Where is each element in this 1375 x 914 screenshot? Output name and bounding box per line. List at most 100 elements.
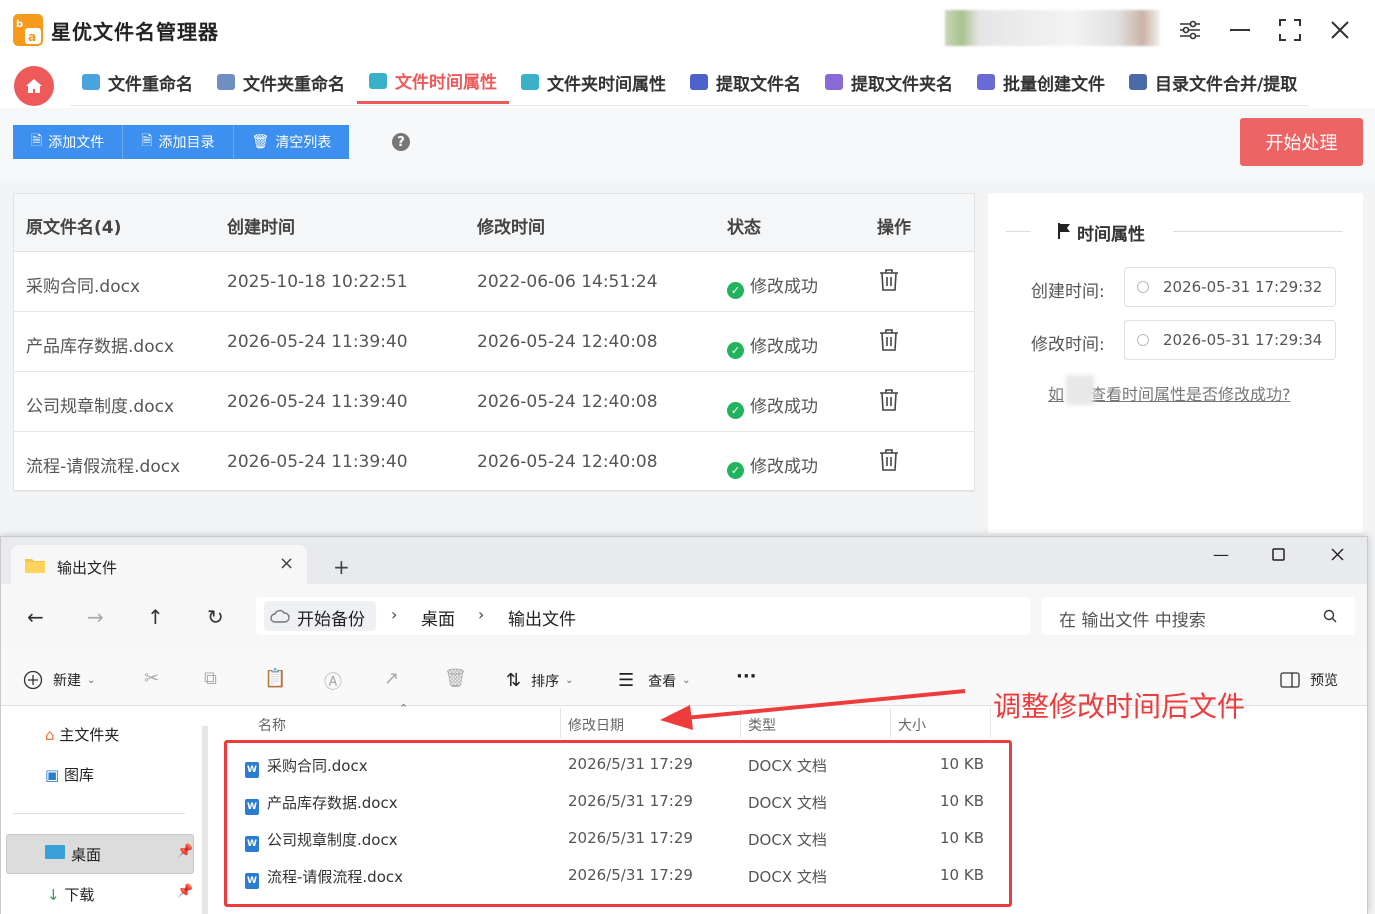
explorer-maximize-button[interactable] [1272,548,1285,561]
explorer-minimize-button[interactable]: — [1213,545,1229,564]
sort-icon: ⇅ [506,670,522,691]
tab-1[interactable]: 文件夹重命名 [205,60,357,104]
breadcrumb-root[interactable]: 开始备份 [264,601,376,631]
cell-filename: 公司规章制度.docx [26,397,175,417]
tab-3[interactable]: 文件夹时间属性 [509,60,678,104]
created-time-label: 创建时间: [1031,282,1105,302]
sort-button[interactable]: ⇅ 排序 ⌄ [506,670,573,691]
new-label: 新建 [53,673,81,689]
start-button[interactable]: 开始处理 [1240,118,1363,166]
nav-gallery-label: 图库 [63,766,94,784]
nav-item-desktop[interactable]: 桌面 📌 [6,834,194,874]
more-button[interactable]: ··· [736,666,757,687]
minimize-button[interactable] [1220,10,1260,50]
home-button[interactable] [14,66,54,106]
tab-6[interactable]: 批量创建文件 [965,60,1117,104]
preview-button[interactable]: 预览 [1280,670,1338,690]
col-status-header: 状态 [727,218,761,238]
tab-2[interactable]: 文件时间属性 [357,60,509,104]
nav-item-downloads[interactable]: ↓ 下载 [47,884,94,905]
app-logo-icon: a b [13,14,43,46]
settings-icon[interactable] [1170,10,1210,50]
tab-7[interactable]: 目录文件合并/提取 [1117,60,1309,104]
copy-icon[interactable]: ⧉ [204,668,217,689]
modified-time-label: 修改时间: [1031,335,1105,355]
tab-icon [825,74,843,90]
check-circle-icon: ✓ [727,282,744,299]
chevron-down-icon: ⌄ [87,674,96,686]
user-avatar[interactable] [945,10,1160,46]
status-text: 修改成功 [750,397,818,417]
delete-row-icon[interactable] [878,328,900,352]
breadcrumb-item-2[interactable]: 桌面 [421,605,455,630]
check-circle-icon: ✓ [727,402,744,419]
status-text: 修改成功 [750,457,818,477]
check-circle-icon: ✓ [727,462,744,479]
clear-list-button[interactable]: 🗑 清空列表 [233,125,350,159]
tab-0[interactable]: 文件重命名 [70,60,205,104]
nav-scrollbar[interactable] [202,726,208,914]
tab-icon [1129,74,1147,90]
table-row[interactable]: 流程-请假流程.docx 2026-05-24 11:39:40 2026-05-2… [14,432,974,492]
column-divider[interactable] [990,708,991,738]
search-input[interactable]: 在 输出文件 中搜索 [1042,597,1355,635]
modified-time-value: 2026-05-31 17:29:34 [1163,331,1323,349]
share-icon[interactable]: ↗ [384,668,399,689]
delete-icon[interactable]: 🗑 [444,668,467,689]
add-file-button[interactable]: 🗎 添加文件 [13,125,124,159]
created-time-input[interactable]: 2026-05-31 17:29:32 [1124,267,1336,307]
tab-label: 批量创建文件 [1003,74,1105,95]
divider [13,813,185,814]
cell-filename: 流程-请假流程.docx [26,457,181,477]
nav-item-home[interactable]: ⌂ 主文件夹 [45,724,119,745]
breadcrumb[interactable]: 开始备份 › 桌面 › 输出文件 [256,597,1030,635]
clock-icon [1137,334,1149,346]
forward-arrow-icon[interactable]: → [87,605,104,629]
maximize-button[interactable] [1270,10,1310,50]
close-tab-icon[interactable]: × [279,553,294,574]
chevron-right-icon: › [478,605,485,624]
pin-icon[interactable]: 📌 [177,844,193,859]
pin-icon[interactable]: 📌 [177,884,193,899]
close-button[interactable] [1320,10,1360,50]
file-icon: 🗎 [31,133,43,149]
rename-icon[interactable]: Ⓐ [324,668,342,694]
table-row[interactable]: 产品库存数据.docx 2026-05-24 11:39:40 2026-05-24… [14,312,974,372]
app-title: 星优文件名管理器 [51,20,219,44]
back-arrow-icon[interactable]: ← [27,605,44,629]
table-row[interactable]: 采购合同.docx 2025-10-18 10:22:51 2022-06-06 1… [14,252,974,312]
explorer-tab[interactable]: 输出文件 × [11,545,307,585]
delete-row-icon[interactable] [878,388,900,412]
col-action-header: 操作 [877,218,911,238]
cell-modified: 2026-05-24 12:40:08 [477,332,658,352]
desktop-icon [45,845,65,859]
explorer-close-button[interactable] [1331,548,1344,561]
delete-row-icon[interactable] [878,268,900,292]
new-button[interactable]: 新建 ⌄ [23,670,95,690]
tab-5[interactable]: 提取文件夹名 [813,60,965,104]
clock-icon [1137,281,1149,293]
col-name[interactable]: 名称 [258,715,286,735]
nav-item-gallery[interactable]: ▣ 图库 [45,764,94,785]
column-divider[interactable] [560,708,561,738]
help-icon[interactable]: ? [392,133,410,151]
search-placeholder: 在 输出文件 中搜索 [1059,611,1206,631]
cell-filename: 采购合同.docx [26,277,141,297]
refresh-icon[interactable]: ↻ [207,605,224,629]
breadcrumb-item-3[interactable]: 输出文件 [508,605,576,630]
modified-time-input[interactable]: 2026-05-31 17:29:34 [1124,320,1336,360]
cut-icon[interactable]: ✂ [144,668,159,689]
new-tab-icon[interactable]: + [333,555,350,579]
table-row[interactable]: 公司规章制度.docx 2026-05-24 11:39:40 2026-05-24… [14,372,974,432]
tab-icon [521,74,539,90]
col-date[interactable]: 修改日期 [568,715,624,735]
delete-row-icon[interactable] [878,448,900,472]
sort-up-icon: ⌃ [399,702,409,715]
add-dir-button[interactable]: 🗎 添加目录 [123,125,234,159]
up-arrow-icon[interactable]: ↑ [147,605,164,629]
cell-created: 2025-10-18 10:22:51 [227,272,408,292]
tab-4[interactable]: 提取文件名 [678,60,813,104]
explorer-tab-title: 输出文件 [57,559,118,577]
paste-icon[interactable]: 📋 [264,668,286,689]
cell-status: ✓ 修改成功 [727,452,818,479]
